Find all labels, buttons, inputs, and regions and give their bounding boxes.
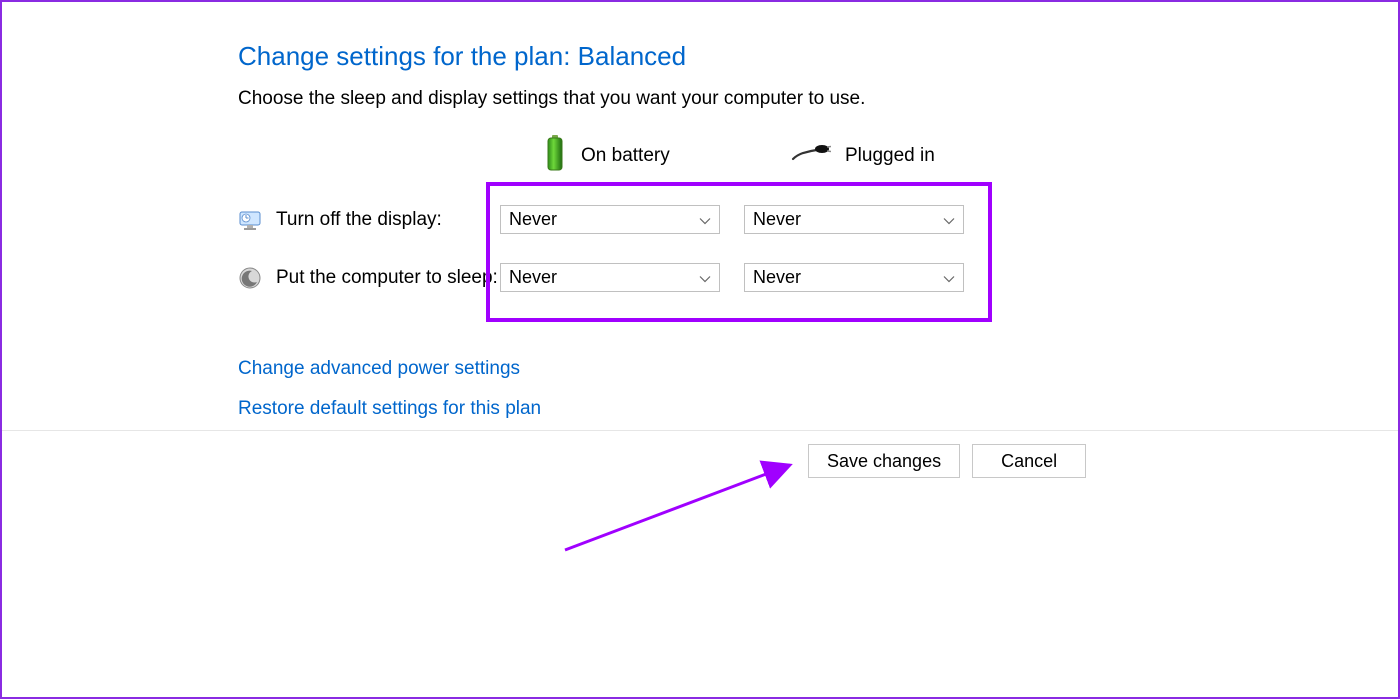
column-header-battery-label: On battery xyxy=(581,145,670,167)
save-changes-button[interactable]: Save changes xyxy=(808,444,960,478)
display-plugged-value: Never xyxy=(753,209,801,230)
row-display-label: Turn off the display: xyxy=(276,209,442,231)
footer-buttons: Save changes Cancel xyxy=(808,444,1086,478)
monitor-icon xyxy=(238,208,262,232)
column-header-battery: On battery xyxy=(543,133,791,179)
cancel-button[interactable]: Cancel xyxy=(972,444,1086,478)
display-battery-value: Never xyxy=(509,209,557,230)
chevron-down-icon xyxy=(699,209,711,230)
advanced-power-settings-link[interactable]: Change advanced power settings xyxy=(238,358,1138,380)
display-plugged-select[interactable]: Never xyxy=(744,205,964,234)
row-display-labelcell: Turn off the display: xyxy=(238,208,500,232)
battery-icon xyxy=(543,133,567,179)
sleep-plugged-select[interactable]: Never xyxy=(744,263,964,292)
display-battery-select[interactable]: Never xyxy=(500,205,720,234)
row-sleep: Put the computer to sleep: Never Never xyxy=(238,258,1138,298)
settings-grid: Turn off the display: Never Never xyxy=(238,186,1138,334)
footer-divider xyxy=(2,430,1398,431)
row-sleep-labelcell: Put the computer to sleep: xyxy=(238,266,500,290)
moon-icon xyxy=(238,266,262,290)
sleep-plugged-value: Never xyxy=(753,267,801,288)
links-section: Change advanced power settings Restore d… xyxy=(238,358,1138,420)
chevron-down-icon xyxy=(943,267,955,288)
chevron-down-icon xyxy=(699,267,711,288)
row-display: Turn off the display: Never Never xyxy=(238,200,1138,240)
power-plug-icon xyxy=(791,143,831,169)
sleep-battery-value: Never xyxy=(509,267,557,288)
restore-defaults-link[interactable]: Restore default settings for this plan xyxy=(238,398,1138,420)
chevron-down-icon xyxy=(943,209,955,230)
column-header-plugged: Plugged in xyxy=(791,143,1011,169)
column-header-plugged-label: Plugged in xyxy=(845,145,935,167)
column-headers: On battery Plugged in xyxy=(543,132,1138,180)
page-title: Change settings for the plan: Balanced xyxy=(238,40,1138,74)
sleep-battery-select[interactable]: Never xyxy=(500,263,720,292)
main-content: Change settings for the plan: Balanced C… xyxy=(238,40,1138,438)
page-subtitle: Choose the sleep and display settings th… xyxy=(238,88,1138,110)
row-sleep-label: Put the computer to sleep: xyxy=(276,267,498,289)
